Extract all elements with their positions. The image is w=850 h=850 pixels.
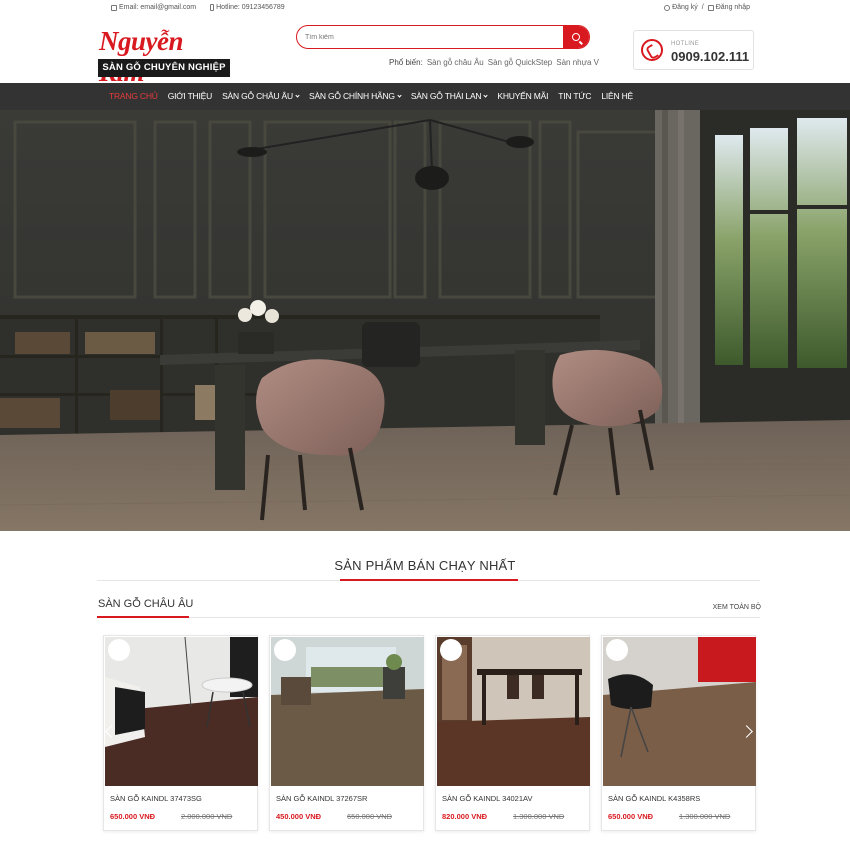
site-header: Nguyễn Kim SÀN GỖ CHUYÊN NGHIỆP Phổ biến… <box>0 16 850 87</box>
popular-link[interactable]: Sàn gỗ QuickStep <box>488 58 552 67</box>
hotline-number: 0909.102.111 <box>671 49 750 64</box>
product-name[interactable]: SÀN GỖ KAINDL 37473SG <box>110 794 202 803</box>
mobile-icon <box>210 4 215 11</box>
category-title[interactable]: SÀN GỖ CHÂU ÂU <box>98 598 193 610</box>
product-price: 650.000 VNĐ <box>608 812 654 821</box>
popular-link[interactable]: Sàn nhựa V <box>556 58 599 67</box>
register-label: Đăng ký <box>672 4 698 11</box>
login-link[interactable]: Đăng nhập <box>707 4 750 11</box>
search-button[interactable] <box>563 26 589 48</box>
nav-item-label: Tin tức <box>558 91 592 101</box>
register-link[interactable]: Đăng ký <box>664 4 698 11</box>
sign-in-icon <box>707 4 714 11</box>
product-price: 820.000 VNĐ <box>442 812 488 821</box>
user-plus-icon <box>664 4 671 11</box>
hotline-info[interactable]: Hotline: 09123456789 <box>210 4 285 11</box>
wishlist-button[interactable] <box>606 639 628 661</box>
search-input[interactable] <box>297 26 563 48</box>
product-old-price: 650.000 VNĐ <box>347 812 393 821</box>
nav-item[interactable]: Khuyến mãi <box>492 83 553 110</box>
nav-item[interactable]: Sàn gỗ Thái Lan <box>406 83 493 110</box>
hero-banner[interactable] <box>0 110 850 531</box>
section-divider-accent <box>340 579 518 581</box>
product-old-price: 2.000.000 VNĐ <box>181 812 233 821</box>
site-logo[interactable]: Nguyễn Kim SÀN GỖ CHUYÊN NGHIỆP <box>97 26 232 87</box>
nav-item[interactable]: Trang chủ <box>104 83 163 110</box>
product-image[interactable] <box>603 637 756 786</box>
email-text: Email: email@gmail.com <box>119 4 197 11</box>
product-card[interactable]: SÀN GỖ KAINDL 34021AV 820.000 VNĐ 1.300.… <box>435 635 590 831</box>
nav-item-label: Giới thiệu <box>167 91 213 101</box>
category-divider-accent <box>97 616 189 618</box>
search-icon <box>572 33 580 41</box>
email-info[interactable]: Email: email@gmail.com <box>111 4 196 11</box>
nav-item-label: Sàn gỗ chính hãng <box>308 91 395 101</box>
product-card[interactable]: SÀN GỖ KAINDL 37473SG 650.000 VNĐ 2.000.… <box>103 635 258 831</box>
product-carousel: SÀN GỖ KAINDL 37473SG 650.000 VNĐ 2.000.… <box>103 635 757 831</box>
nav-item-label: Sàn gỗ châu Âu <box>222 91 293 101</box>
nav-item-label: Trang chủ <box>109 91 158 101</box>
popular-label: Phổ biến: <box>389 58 423 67</box>
hotline-text: Hotline: 09123456789 <box>216 4 285 11</box>
nav-item[interactable]: Tin tức <box>553 83 596 110</box>
search-box <box>296 25 590 49</box>
popular-link[interactable]: Sàn gỗ châu Âu <box>427 58 484 67</box>
product-name[interactable]: SÀN GỖ KAINDL 34021AV <box>442 794 532 803</box>
product-name[interactable]: SÀN GỖ KAINDL 37267SR <box>276 794 367 803</box>
nav-item[interactable]: Sàn gỗ châu Âu <box>217 83 304 110</box>
product-image[interactable] <box>271 637 424 786</box>
product-old-price: 1.300.000 VNĐ <box>679 812 731 821</box>
product-name[interactable]: SÀN GỖ KAINDL K4358RS <box>608 794 700 803</box>
category-divider <box>97 617 760 618</box>
hero-image <box>0 110 850 531</box>
chevron-down-icon <box>295 93 300 98</box>
wishlist-button[interactable] <box>440 639 462 661</box>
product-price: 450.000 VNĐ <box>276 812 322 821</box>
nav-item[interactable]: Liên hệ <box>596 83 638 110</box>
nav-item-label: Khuyến mãi <box>497 91 549 101</box>
hotline-label: HOTLINE <box>671 41 700 47</box>
product-image[interactable] <box>105 637 258 786</box>
product-price: 650.000 VNĐ <box>110 812 156 821</box>
phone-icon <box>641 39 663 61</box>
wishlist-button[interactable] <box>274 639 296 661</box>
product-image[interactable] <box>437 637 590 786</box>
product-old-price: 1.300.000 VNĐ <box>513 812 565 821</box>
product-card[interactable]: SÀN GỖ KAINDL 37267SR 450.000 VNĐ 650.00… <box>269 635 424 831</box>
login-label: Đăng nhập <box>715 4 750 11</box>
logo-slogan: SÀN GỖ CHUYÊN NGHIỆP <box>98 59 230 77</box>
mail-icon <box>111 4 117 11</box>
chevron-down-icon <box>397 93 402 98</box>
auth-separator: / <box>701 4 704 11</box>
chevron-down-icon <box>483 93 488 98</box>
hotline-box[interactable]: HOTLINE 0909.102.111 <box>633 30 754 70</box>
wishlist-button[interactable] <box>108 639 130 661</box>
nav-item-label: Liên hệ <box>601 91 634 101</box>
logo-brand: Nguyễn Kim <box>99 26 184 87</box>
top-bar: Email: email@gmail.com Hotline: 09123456… <box>0 0 850 16</box>
nav-item[interactable]: Giới thiệu <box>163 83 217 110</box>
section-title: SẢN PHẨM BÁN CHẠY NHẤT <box>334 558 516 573</box>
view-all-link[interactable]: XEM TOÀN BỘ <box>713 604 761 611</box>
main-nav: Trang chủ Giới thiệu Sàn gỗ châu Âu Sàn gỗ … <box>0 83 850 110</box>
nav-item-label: Sàn gỗ Thái Lan <box>410 91 482 101</box>
popular-searches: Phổ biến: Sàn gỗ châu Âu Sàn gỗ QuickSte… <box>389 58 599 67</box>
product-card[interactable]: SÀN GỖ KAINDL K4358RS 650.000 VNĐ 1.300.… <box>601 635 756 831</box>
nav-item[interactable]: Sàn gỗ chính hãng <box>304 83 406 110</box>
